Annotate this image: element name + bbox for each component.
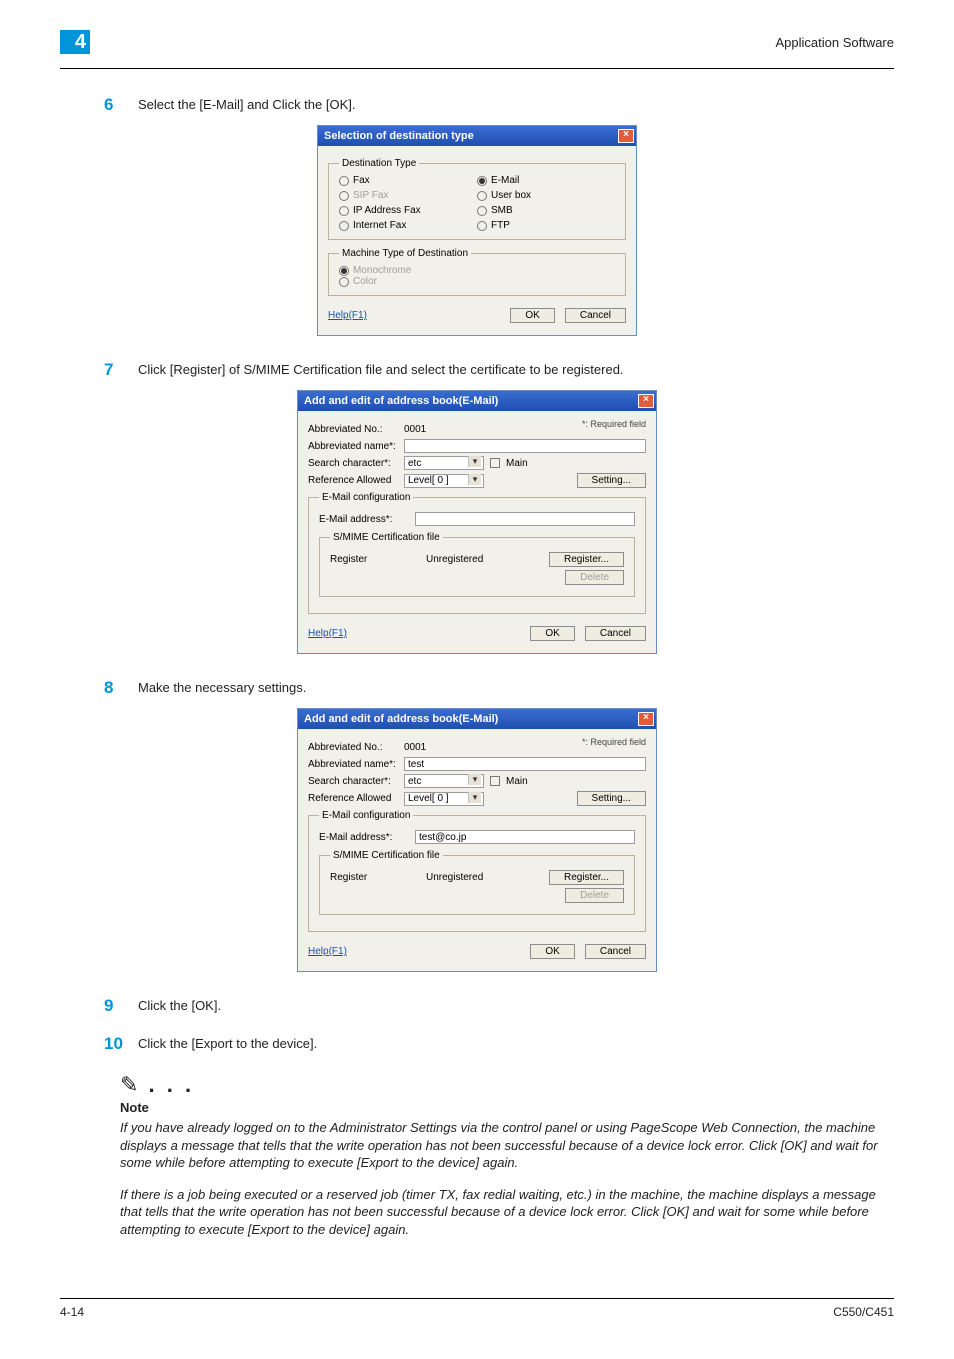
step-9-text: Click the [OK].: [138, 996, 221, 1016]
abbrev-no-label: Abbreviated No.:: [308, 424, 398, 435]
dialog2-title: Add and edit of address book(E-Mail): [304, 395, 498, 407]
setting-button[interactable]: Setting...: [577, 791, 646, 806]
radio-monochrome: [339, 266, 349, 276]
destination-type-dialog: Selection of destination type × Destinat…: [317, 125, 637, 336]
note-heading: Note: [120, 1100, 894, 1115]
cancel-button[interactable]: Cancel: [585, 944, 646, 959]
ref-allowed-label: Reference Allowed: [308, 793, 398, 804]
delete-button: Delete: [565, 570, 624, 585]
abbrev-no-value: 0001: [404, 422, 426, 436]
radio-smb[interactable]: [477, 206, 487, 216]
step-7-number: 7: [104, 360, 138, 380]
level-select[interactable]: Level[ 0 ]: [404, 474, 484, 488]
radio-color-label: Color: [353, 276, 377, 287]
required-field-note: *: Required field: [582, 419, 646, 429]
dialog3-title: Add and edit of address book(E-Mail): [304, 713, 498, 725]
email-address-label: E-Mail address*:: [319, 514, 409, 525]
search-char-select[interactable]: etc: [404, 456, 484, 470]
help-link[interactable]: Help(F1): [308, 628, 347, 639]
email-config-legend: E-Mail configuration: [319, 810, 413, 821]
search-char-label: Search character*:: [308, 776, 398, 787]
radio-userbox[interactable]: [477, 191, 487, 201]
register-button[interactable]: Register...: [549, 870, 624, 885]
radio-internetfax[interactable]: [339, 221, 349, 231]
header-rule: [60, 68, 894, 69]
level-select[interactable]: Level[ 0 ]: [404, 792, 484, 806]
machine-type-legend: Machine Type of Destination: [339, 248, 471, 259]
email-address-label: E-Mail address*:: [319, 832, 409, 843]
email-address-input[interactable]: test@co.jp: [415, 830, 635, 844]
address-book-dialog-2: Add and edit of address book(E-Mail) × *…: [297, 708, 657, 972]
email-config-legend: E-Mail configuration: [319, 492, 413, 503]
radio-color: [339, 277, 349, 287]
close-icon[interactable]: ×: [638, 712, 654, 726]
smime-legend: S/MIME Certification file: [330, 850, 443, 861]
abbrev-name-input[interactable]: test: [404, 757, 646, 771]
close-icon[interactable]: ×: [638, 394, 654, 408]
main-checkbox-label: Main: [506, 776, 528, 787]
radio-userbox-label: User box: [491, 190, 531, 201]
radio-sipfax: [339, 191, 349, 201]
note-body-1: If you have already logged on to the Adm…: [120, 1119, 894, 1172]
radio-email[interactable]: [477, 176, 487, 186]
delete-button: Delete: [565, 888, 624, 903]
abbrev-name-input[interactable]: [404, 439, 646, 453]
page-header-title: Application Software: [775, 35, 894, 50]
cancel-button[interactable]: Cancel: [585, 626, 646, 641]
step-7-text: Click [Register] of S/MIME Certification…: [138, 360, 624, 380]
register-status-label: Register: [330, 872, 420, 883]
radio-smb-label: SMB: [491, 205, 513, 216]
ref-allowed-label: Reference Allowed: [308, 475, 398, 486]
step-10-text: Click the [Export to the device].: [138, 1034, 317, 1054]
step-9-number: 9: [104, 996, 138, 1016]
setting-button[interactable]: Setting...: [577, 473, 646, 488]
cancel-button[interactable]: Cancel: [565, 308, 626, 323]
cert-status-value: Unregistered: [426, 553, 483, 567]
address-book-dialog-1: Add and edit of address book(E-Mail) × *…: [297, 390, 657, 654]
step-8-text: Make the necessary settings.: [138, 678, 306, 698]
note-body-2: If there is a job being executed or a re…: [120, 1186, 894, 1239]
help-link[interactable]: Help(F1): [328, 310, 367, 321]
required-field-note: *: Required field: [582, 737, 646, 747]
smime-legend: S/MIME Certification file: [330, 532, 443, 543]
ok-button[interactable]: OK: [530, 944, 574, 959]
note-icon: ✎ . . .: [120, 1072, 894, 1098]
footer-page-number: 4-14: [60, 1305, 84, 1319]
register-status-label: Register: [330, 554, 420, 565]
help-link[interactable]: Help(F1): [308, 946, 347, 957]
radio-ipfax[interactable]: [339, 206, 349, 216]
destination-type-legend: Destination Type: [339, 158, 419, 169]
step-6-number: 6: [104, 95, 138, 115]
ok-button[interactable]: OK: [530, 626, 574, 641]
register-button[interactable]: Register...: [549, 552, 624, 567]
close-icon[interactable]: ×: [618, 129, 634, 143]
radio-fax[interactable]: [339, 176, 349, 186]
main-checkbox[interactable]: [490, 776, 500, 786]
radio-internetfax-label: Internet Fax: [353, 220, 406, 231]
radio-email-label: E-Mail: [491, 175, 519, 186]
radio-sipfax-label: SIP Fax: [353, 190, 388, 201]
chapter-tab: 4: [60, 30, 90, 54]
abbrev-no-value: 0001: [404, 740, 426, 754]
radio-ftp-label: FTP: [491, 220, 510, 231]
abbrev-name-label: Abbreviated name*:: [308, 759, 398, 770]
radio-ftp[interactable]: [477, 221, 487, 231]
radio-ipfax-label: IP Address Fax: [353, 205, 421, 216]
search-char-select[interactable]: etc: [404, 774, 484, 788]
ok-button[interactable]: OK: [510, 308, 554, 323]
main-checkbox-label: Main: [506, 458, 528, 469]
radio-monochrome-label: Monochrome: [353, 265, 411, 276]
step-6-text: Select the [E-Mail] and Click the [OK].: [138, 95, 355, 115]
cert-status-value: Unregistered: [426, 871, 483, 885]
footer-model: C550/C451: [833, 1305, 894, 1319]
search-char-label: Search character*:: [308, 458, 398, 469]
dialog1-title: Selection of destination type: [324, 130, 474, 142]
email-address-input[interactable]: [415, 512, 635, 526]
step-10-number: 10: [104, 1034, 138, 1054]
abbrev-no-label: Abbreviated No.:: [308, 742, 398, 753]
abbrev-name-label: Abbreviated name*:: [308, 441, 398, 452]
step-8-number: 8: [104, 678, 138, 698]
radio-fax-label: Fax: [353, 175, 370, 186]
main-checkbox[interactable]: [490, 458, 500, 468]
